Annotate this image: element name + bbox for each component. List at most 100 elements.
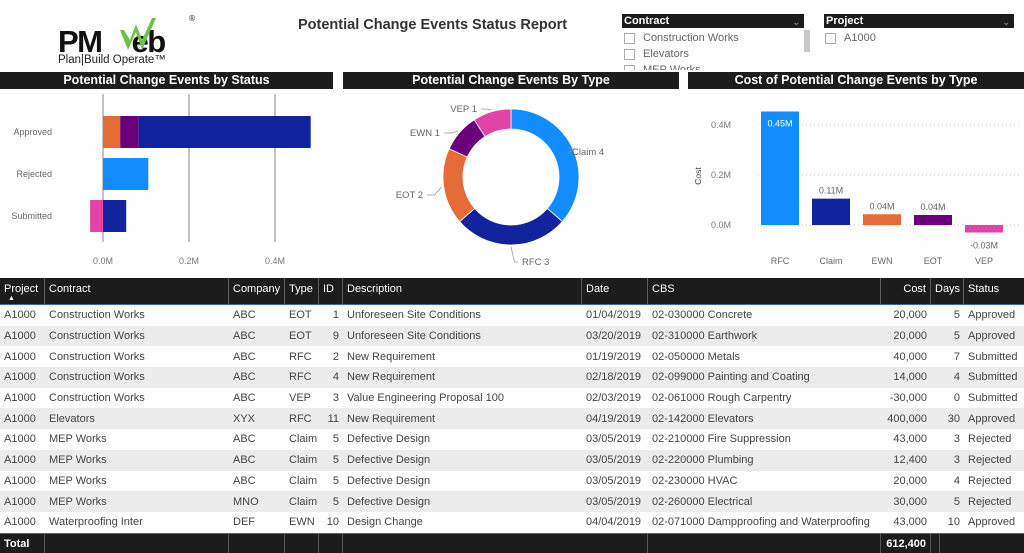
pmweb-logo: PM eb ® Plan|Build Operate™ xyxy=(56,14,206,68)
table-row[interactable]: A1000 MEP Works ABC Claim 5 Defective Design 0… xyxy=(0,471,1024,492)
column-data-label: 0.04M xyxy=(869,201,894,211)
cell-description: Defective Design xyxy=(347,433,431,446)
table-row[interactable]: A1000 Construction Works ABC EOT 1 Unforeseen… xyxy=(0,305,1024,326)
cell-cbs: 02-220000 Plumbing xyxy=(652,454,754,467)
column-bar-vep[interactable] xyxy=(965,225,1003,233)
donut-slice-eot[interactable] xyxy=(442,148,476,223)
cell-contract: MEP Works xyxy=(49,454,107,467)
cell-cost: 14,000 xyxy=(893,371,927,384)
bar-segment-rfc-approved[interactable] xyxy=(138,116,311,148)
table-row[interactable]: A1000 Elevators XYX RFC 11 New Requirement 04/… xyxy=(0,408,1024,430)
sort-ascending-icon[interactable]: ▲ xyxy=(8,295,15,302)
contract-slicer-header[interactable]: Contract ⌄ xyxy=(622,14,804,28)
cell-company: ABC xyxy=(233,371,256,384)
column-data-label: -0.03M xyxy=(970,241,998,251)
table-row[interactable]: A1000 Construction Works ABC RFC 2 New Requir… xyxy=(0,346,1024,367)
cell-project: A1000 xyxy=(4,330,36,343)
bar-segment-claim-rejected[interactable] xyxy=(103,158,149,190)
bar-segment-vep-submitted[interactable] xyxy=(90,200,103,232)
cell-contract: MEP Works xyxy=(49,474,107,487)
cell-contract: Construction Works xyxy=(49,330,145,343)
donut-slice-rfc[interactable] xyxy=(459,207,563,246)
cell-date: 04/19/2019 xyxy=(586,412,642,425)
table-row[interactable]: A1000 MEP Works ABC Claim 5 Defective Design 0… xyxy=(0,449,1024,471)
table-row[interactable]: A1000 Construction Works ABC VEP 3 Value Engi… xyxy=(0,388,1024,409)
table-row[interactable]: A1000 MEP Works MNO Claim 5 Defective Design 0… xyxy=(0,491,1024,512)
cell-cost: 43,000 xyxy=(893,433,927,446)
donut-data-label: RFC 3 xyxy=(522,257,549,268)
column-bar-claim[interactable] xyxy=(812,198,850,225)
logo-registered-mark: ® xyxy=(188,14,196,23)
cell-type: RFC xyxy=(289,412,312,425)
cell-status: Approved xyxy=(968,330,1016,343)
project-slicer-header[interactable]: Project ⌄ xyxy=(824,14,1014,28)
table-row[interactable]: A1000 Waterproofing Inter DEF EWN 10 Design C… xyxy=(0,512,1024,533)
checkbox[interactable] xyxy=(624,48,635,60)
column-data-label: 0.04M xyxy=(920,202,945,212)
column-header-status[interactable]: Status xyxy=(964,278,1024,304)
table-body: A1000 Construction Works ABC EOT 1 Unforeseen… xyxy=(0,305,1024,533)
chevron-down-icon[interactable]: ⌄ xyxy=(792,15,800,29)
table-row[interactable]: A1000 MEP Works ABC Claim 5 Defective Design 0… xyxy=(0,429,1024,450)
project-slicer-title: Project xyxy=(826,15,864,27)
column-bar-eot[interactable] xyxy=(914,215,952,225)
column-header-days[interactable]: Days xyxy=(931,278,964,304)
project-option[interactable]: A1000 xyxy=(825,30,1014,46)
project-slicer[interactable]: Project ⌄ A1000 xyxy=(824,14,1014,46)
contract-slicer[interactable]: Contract ⌄ Construction Works Elevators … xyxy=(622,14,810,70)
bar-segment-ewn-approved[interactable] xyxy=(120,116,139,148)
column-header-company[interactable]: Company xyxy=(229,278,285,304)
x-category-label: RFC xyxy=(771,256,790,266)
column-header-cbs[interactable]: CBS xyxy=(648,278,881,304)
report-title: Potential Change Events Status Report xyxy=(298,17,568,33)
column-header-contract[interactable]: Contract xyxy=(45,278,229,304)
leader-line xyxy=(444,130,459,134)
type-donut-chart: Claim 4 RFC 3 EOT 2 EWN 1 VEP 1 xyxy=(396,104,604,268)
x-tick-label: 0.2M xyxy=(179,256,199,266)
cell-contract: Construction Works xyxy=(49,309,145,322)
cell-status: Rejected xyxy=(968,495,1012,508)
column-bar-ewn[interactable] xyxy=(863,214,901,225)
cell-status: Submitted xyxy=(968,350,1018,363)
bar-segment-rfc-submitted[interactable] xyxy=(103,200,127,232)
table-row[interactable]: A1000 Construction Works ABC RFC 4 New Requir… xyxy=(0,367,1024,388)
checkbox[interactable] xyxy=(624,32,635,44)
checkbox[interactable] xyxy=(825,32,836,44)
column-header-cost[interactable]: Cost xyxy=(881,278,931,304)
cell-type: RFC xyxy=(289,371,312,384)
y-category-label: Approved xyxy=(13,127,52,137)
cell-description: Defective Design xyxy=(347,454,431,467)
contract-option[interactable]: Elevators xyxy=(624,46,804,62)
chevron-down-icon[interactable]: ⌄ xyxy=(1002,15,1010,29)
cell-cost: 20,000 xyxy=(893,474,927,487)
cell-cost: 12,400 xyxy=(893,454,927,467)
column-header-type[interactable]: Type xyxy=(285,278,319,304)
cell-company: DEF xyxy=(233,516,255,529)
contract-option[interactable]: MEP Works xyxy=(624,62,804,70)
column-header-description[interactable]: Description xyxy=(343,278,582,304)
column-bar-rfc[interactable] xyxy=(761,111,799,226)
slicer-scrollbar[interactable] xyxy=(804,30,810,52)
table-row[interactable]: A1000 Construction Works ABC EOT 9 Unforeseen… xyxy=(0,325,1024,347)
column-header-project[interactable]: Project ▲ xyxy=(0,278,45,304)
cell-description: Unforeseen Site Conditions xyxy=(347,309,481,322)
contract-option[interactable]: Construction Works xyxy=(624,30,804,46)
checkbox[interactable] xyxy=(624,64,635,70)
column-header-date[interactable]: Date xyxy=(582,278,648,304)
donut-data-label: VEP 1 xyxy=(450,104,477,115)
cell-company: ABC xyxy=(233,454,256,467)
cell-project: A1000 xyxy=(4,454,36,467)
column-header-id[interactable]: ID xyxy=(319,278,343,304)
cell-cbs: 02-099000 Painting and Coating xyxy=(652,371,810,384)
total-cost: 612,400 xyxy=(847,533,931,553)
cell-cost: 20,000 xyxy=(893,309,927,322)
bar-segment-eot-approved[interactable] xyxy=(103,116,121,148)
cell-status: Approved xyxy=(968,412,1016,425)
cell-project: A1000 xyxy=(4,474,36,487)
cell-company: ABC xyxy=(233,350,256,363)
cell-days: 5 xyxy=(953,495,960,508)
donut-slice-claim[interactable] xyxy=(510,108,580,223)
cell-id: 5 xyxy=(332,454,339,467)
cell-days: 4 xyxy=(953,474,960,487)
cell-days: 0 xyxy=(953,392,960,405)
